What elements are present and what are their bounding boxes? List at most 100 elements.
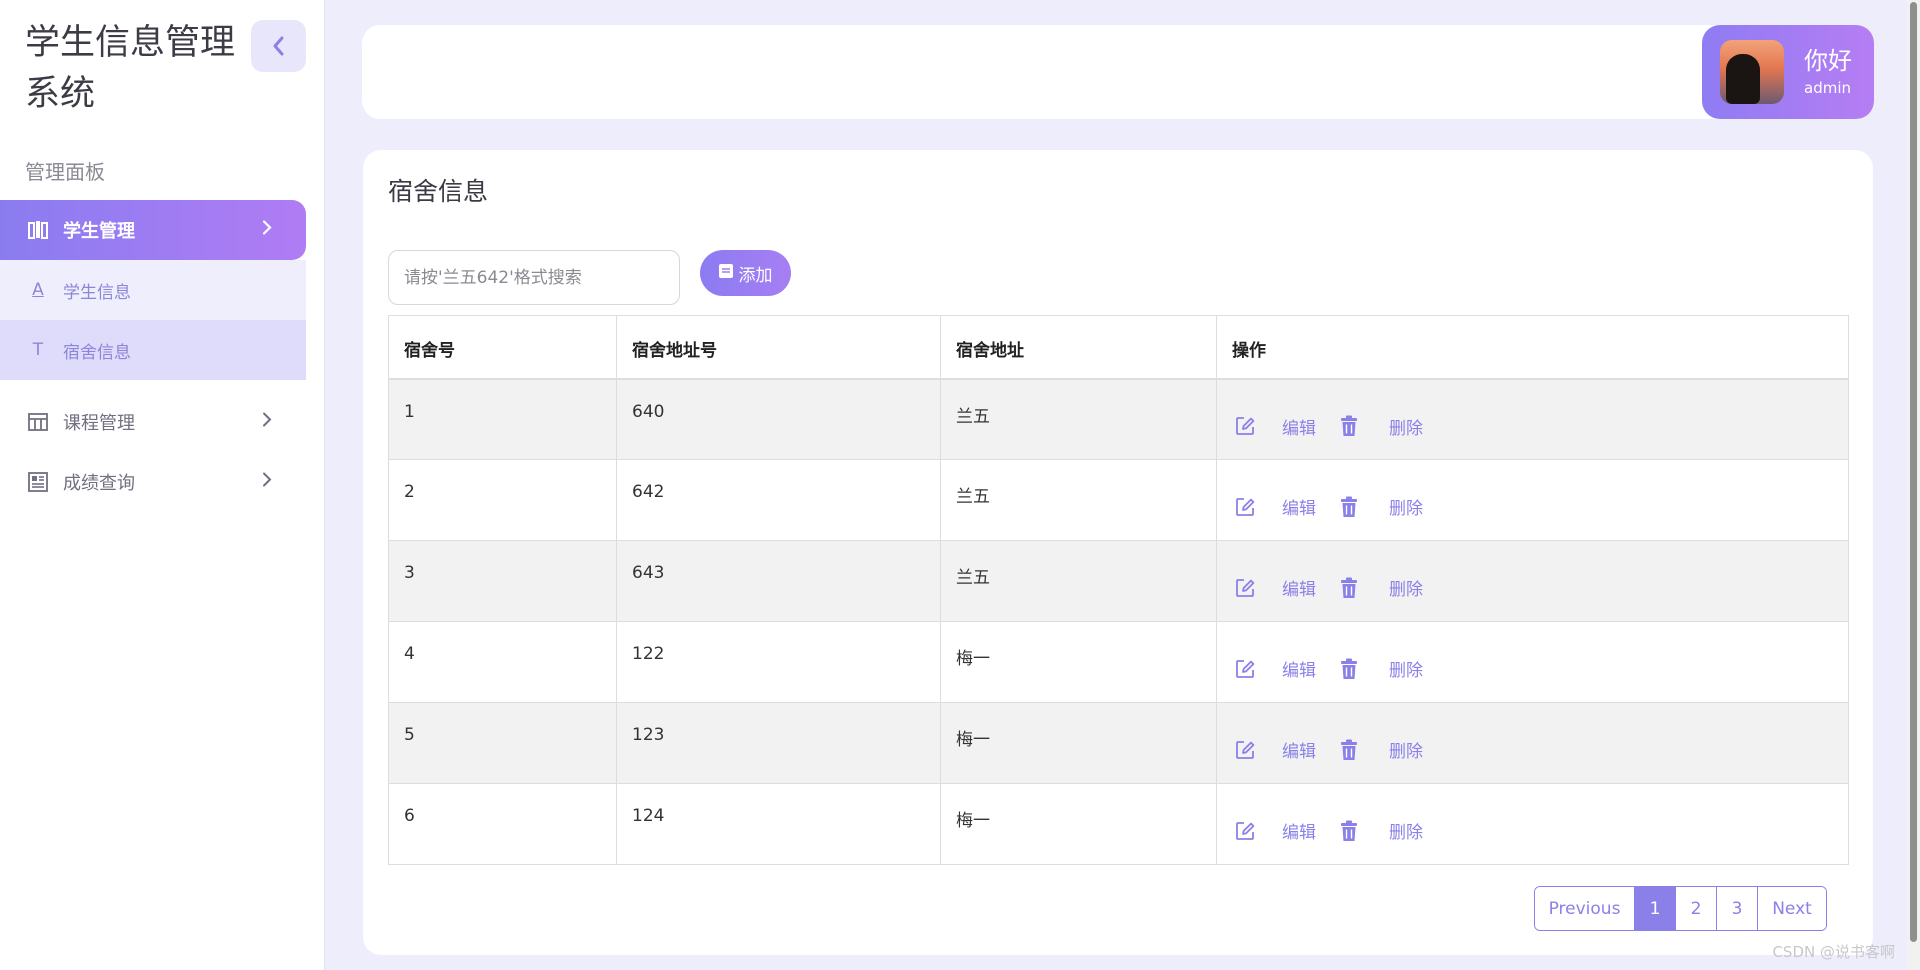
cell-dorm-address: 兰五 bbox=[940, 540, 1217, 622]
cell-dorm-address: 兰五 bbox=[940, 459, 1217, 541]
letter-a-icon: A bbox=[32, 280, 44, 300]
table-header-row: 宿舍号 宿舍地址号 宿舍地址 操作 bbox=[388, 315, 1849, 380]
sidebar: 学生信息管理系统 管理面板 学生管理 A 学生信息 T 宿舍信息 课程管理 成绩… bbox=[0, 0, 325, 970]
pagination-page-1[interactable]: 1 bbox=[1635, 887, 1676, 930]
trash-icon bbox=[1336, 577, 1362, 599]
section-label: 管理面板 bbox=[25, 160, 105, 184]
user-name: admin bbox=[1804, 78, 1851, 97]
chevron-right-icon bbox=[262, 220, 272, 241]
delete-label: 删除 bbox=[1389, 580, 1423, 600]
cell-dorm-number: 642 bbox=[616, 459, 941, 541]
cell-dorm-address: 兰五 bbox=[940, 378, 1217, 460]
book-columns-icon bbox=[27, 219, 49, 241]
letter-t-icon: T bbox=[32, 340, 44, 360]
delete-button[interactable]: 删除 bbox=[1336, 818, 1423, 843]
column-header[interactable]: 宿舍地址 bbox=[940, 315, 1217, 380]
edit-button[interactable]: 编辑 bbox=[1232, 494, 1316, 519]
add-icon bbox=[718, 263, 733, 283]
pagination-next[interactable]: Next bbox=[1758, 887, 1826, 930]
delete-label: 删除 bbox=[1389, 823, 1423, 843]
edit-label: 编辑 bbox=[1282, 661, 1316, 681]
cell-dorm-id: 2 bbox=[388, 459, 617, 541]
table-icon bbox=[27, 411, 49, 433]
column-header[interactable]: 宿舍号 bbox=[388, 315, 617, 380]
cell-dorm-number: 640 bbox=[616, 378, 941, 460]
scrollbar[interactable] bbox=[1907, 0, 1920, 970]
table-row: 4 122 梅一 编辑 删除 bbox=[388, 621, 1849, 703]
edit-label: 编辑 bbox=[1282, 499, 1316, 519]
cell-dorm-id: 4 bbox=[388, 621, 617, 703]
pagination-previous[interactable]: Previous bbox=[1535, 887, 1635, 930]
user-menu[interactable]: 你好 admin bbox=[1702, 25, 1874, 119]
table-row: 1 640 兰五 编辑 删除 bbox=[388, 378, 1849, 460]
edit-icon bbox=[1232, 415, 1258, 437]
delete-button[interactable]: 删除 bbox=[1336, 737, 1423, 762]
sidebar-subitem-label: 宿舍信息 bbox=[63, 342, 131, 363]
cell-actions: 编辑 删除 bbox=[1216, 540, 1849, 622]
trash-icon bbox=[1336, 739, 1362, 761]
cell-actions: 编辑 删除 bbox=[1216, 459, 1849, 541]
column-header[interactable]: 宿舍地址号 bbox=[616, 315, 941, 380]
cell-actions: 编辑 删除 bbox=[1216, 702, 1849, 784]
edit-icon bbox=[1232, 496, 1258, 518]
dorm-info-card: 宿舍信息 添加 宿舍号 宿舍地址号 宿舍地址 操作 1640兰五编辑删除2642… bbox=[363, 150, 1873, 955]
trash-icon bbox=[1336, 658, 1362, 680]
avatar-silhouette bbox=[1726, 54, 1760, 104]
cell-actions: 编辑 删除 bbox=[1216, 621, 1849, 703]
edit-label: 编辑 bbox=[1282, 418, 1316, 439]
sidebar-item-grade-query[interactable]: 成绩查询 bbox=[0, 452, 306, 512]
chevron-left-icon bbox=[273, 36, 283, 56]
sidebar-item-student-management[interactable]: 学生管理 bbox=[0, 200, 306, 260]
edit-icon bbox=[1232, 739, 1258, 761]
edit-icon bbox=[1232, 577, 1258, 599]
edit-label: 编辑 bbox=[1282, 580, 1316, 600]
edit-button[interactable]: 编辑 bbox=[1232, 575, 1316, 600]
scrollbar-thumb[interactable] bbox=[1910, 2, 1917, 942]
newspaper-icon bbox=[27, 471, 49, 493]
delete-button[interactable]: 删除 bbox=[1336, 656, 1423, 681]
edit-label: 编辑 bbox=[1282, 823, 1316, 843]
chevron-right-icon bbox=[262, 412, 272, 433]
edit-icon bbox=[1232, 820, 1258, 842]
watermark: CSDN @说书客啊 bbox=[1772, 943, 1895, 961]
avatar bbox=[1720, 40, 1784, 104]
column-header: 操作 bbox=[1216, 315, 1849, 380]
edit-button[interactable]: 编辑 bbox=[1232, 737, 1316, 762]
collapse-sidebar-button[interactable] bbox=[251, 20, 306, 72]
add-button[interactable]: 添加 bbox=[700, 250, 791, 296]
sidebar-item-label: 课程管理 bbox=[63, 413, 135, 434]
sidebar-subitem-student-info[interactable]: A 学生信息 bbox=[0, 260, 306, 320]
table-row: 5 123 梅一 编辑 删除 bbox=[388, 702, 1849, 784]
user-greeting: 你好 bbox=[1804, 46, 1852, 75]
sidebar-item-label: 学生管理 bbox=[63, 221, 135, 242]
pagination: Previous 1 2 3 Next bbox=[1534, 886, 1827, 931]
delete-button[interactable]: 删除 bbox=[1336, 494, 1423, 519]
table-row: 6 124 梅一 编辑 删除 bbox=[388, 783, 1849, 865]
cell-dorm-address: 梅一 bbox=[940, 621, 1217, 703]
cell-dorm-id: 3 bbox=[388, 540, 617, 622]
cell-dorm-number: 123 bbox=[616, 702, 941, 784]
cell-dorm-number: 124 bbox=[616, 783, 941, 865]
search-input[interactable] bbox=[388, 250, 680, 305]
edit-button[interactable]: 编辑 bbox=[1232, 818, 1316, 843]
pagination-page-2[interactable]: 2 bbox=[1676, 887, 1717, 930]
edit-button[interactable]: 编辑 bbox=[1232, 656, 1316, 681]
trash-icon bbox=[1336, 820, 1362, 842]
dorm-table: 宿舍号 宿舍地址号 宿舍地址 操作 1 640 兰五 编辑 删除 2 642 兰五 编辑 删除 3 6… bbox=[388, 315, 1849, 865]
delete-button[interactable]: 删除 bbox=[1336, 414, 1423, 439]
cell-dorm-address: 梅一 bbox=[940, 783, 1217, 865]
edit-button[interactable]: 编辑 bbox=[1232, 414, 1316, 439]
table-body: 1 640 兰五 编辑 删除 2 642 兰五 编辑 删除 3 643 兰五 编辑 删除 4 122 梅一 编辑 删除… bbox=[388, 378, 1849, 865]
delete-label: 删除 bbox=[1389, 418, 1423, 439]
sidebar-item-course-management[interactable]: 课程管理 bbox=[0, 392, 306, 452]
cell-dorm-id: 6 bbox=[388, 783, 617, 865]
page-title: 宿舍信息 bbox=[388, 177, 489, 206]
table-row: 3 643 兰五 编辑 删除 bbox=[388, 540, 1849, 622]
app-title: 学生信息管理系统 bbox=[25, 23, 236, 114]
cell-actions: 编辑 删除 bbox=[1216, 783, 1849, 865]
delete-label: 删除 bbox=[1389, 499, 1423, 519]
pagination-page-3[interactable]: 3 bbox=[1717, 887, 1758, 930]
delete-button[interactable]: 删除 bbox=[1336, 575, 1423, 600]
sidebar-subitem-dorm-info[interactable]: T 宿舍信息 bbox=[0, 320, 306, 380]
edit-label: 编辑 bbox=[1282, 742, 1316, 762]
